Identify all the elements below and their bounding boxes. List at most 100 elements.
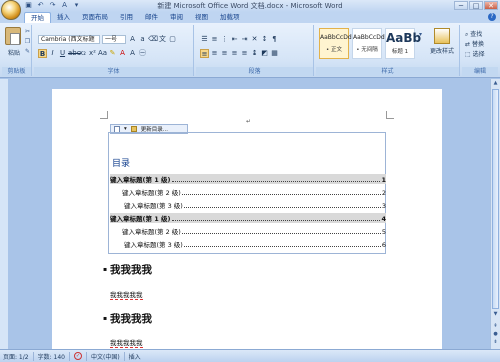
scroll-up-icon[interactable]: ▲ xyxy=(492,80,499,87)
prev-page-icon[interactable]: ⇞ xyxy=(492,323,499,330)
word-count-status[interactable]: 字数: 140 xyxy=(38,352,65,361)
maximize-button[interactable]: □ xyxy=(469,1,483,10)
document-heading[interactable]: 我我我我 xyxy=(110,311,152,326)
char-shading-icon[interactable]: A xyxy=(128,49,137,58)
subscript-button[interactable]: x₂ xyxy=(78,49,87,58)
status-separator xyxy=(85,351,87,361)
justify-icon[interactable]: ≡ xyxy=(230,49,239,58)
proofing-icon[interactable]: ✓ xyxy=(73,352,82,360)
toc-leader xyxy=(181,233,381,234)
next-page-icon[interactable]: ⇟ xyxy=(492,339,499,346)
style-normal[interactable]: AaBbCcDd • 正文 xyxy=(319,28,352,59)
superscript-button[interactable]: x² xyxy=(88,49,97,58)
copy-icon[interactable]: ❐ xyxy=(24,38,31,45)
paste-button[interactable]: 粘贴 xyxy=(4,48,24,57)
style-no-spacing[interactable]: AaBbCcDd • 无间隔 xyxy=(352,28,385,59)
scroll-thumb[interactable] xyxy=(492,89,499,309)
align-left-icon[interactable]: ≡ xyxy=(200,49,209,58)
grow-font-icon[interactable]: A xyxy=(128,35,137,44)
align-center-icon[interactable]: ≡ xyxy=(210,49,219,58)
phonetic-icon[interactable]: 文 xyxy=(158,35,167,44)
enclose-char-icon[interactable]: ㊀ xyxy=(138,49,147,58)
clear-format-icon[interactable]: ⌫ xyxy=(148,35,158,44)
distribute-icon[interactable]: ≡ xyxy=(240,49,249,58)
italic-button[interactable]: I xyxy=(48,49,57,58)
bold-button[interactable]: B xyxy=(38,49,47,58)
replace-button[interactable]: ⇄ 替换 xyxy=(465,39,484,48)
decrease-indent-icon[interactable]: ⇤ xyxy=(230,35,239,44)
style-heading-1-name: 标题 1 xyxy=(391,49,409,55)
format-painter-icon[interactable]: ✎ xyxy=(24,48,31,55)
shrink-font-icon[interactable]: a xyxy=(138,35,147,44)
toc-entry[interactable]: 键入章标题(第 2 级) 5 xyxy=(122,226,386,236)
toc-entry[interactable]: 键入章标题(第 2 级) 2 xyxy=(122,187,386,197)
sort-icon[interactable]: ↕ xyxy=(260,35,269,44)
tab-page-layout[interactable]: 页面布局 xyxy=(76,12,114,23)
minimize-button[interactable]: ─ xyxy=(454,1,468,10)
highlight-icon[interactable]: ✎ xyxy=(108,49,117,58)
strikethrough-button[interactable]: abc xyxy=(68,49,81,58)
tab-references[interactable]: 引用 xyxy=(114,12,139,23)
paste-icon[interactable] xyxy=(5,27,21,45)
toc-entry[interactable]: 键入章标题(第 3 级) 6 xyxy=(124,239,386,249)
align-right-icon[interactable]: ≡ xyxy=(220,49,229,58)
replace-label: 替换 xyxy=(471,41,484,48)
styles-scroll-icon[interactable]: ▾ xyxy=(417,31,424,38)
line-spacing-icon[interactable]: ↨ xyxy=(250,49,259,58)
align-toolbar: ≡ ≡ ≡ ≡ ≡ ↨ ◩ ▦ xyxy=(200,49,279,58)
close-button[interactable]: ✕ xyxy=(484,1,498,10)
style-normal-sample: AaBbCcDd xyxy=(320,34,352,41)
change-case-icon[interactable]: Aa xyxy=(98,49,107,58)
scroll-down-icon[interactable]: ▼ xyxy=(492,311,499,318)
bullets-icon[interactable]: ☰ xyxy=(200,35,209,44)
style-heading-1[interactable]: AaBb 标题 1 xyxy=(385,28,421,59)
help-icon[interactable]: ? xyxy=(488,13,496,21)
font-style-toolbar: B I U abc x₂ x² Aa ✎ A A ㊀ xyxy=(38,49,147,58)
toc-entry-text: 键入章标题(第 2 级) xyxy=(122,189,181,197)
change-styles-button[interactable]: 更改样式 xyxy=(428,28,456,55)
change-styles-icon xyxy=(434,28,450,44)
select-browse-object-icon[interactable]: ● xyxy=(492,331,499,338)
document-paragraph[interactable]: 我我我我我 xyxy=(110,337,143,348)
tab-home[interactable]: 开始 xyxy=(24,12,51,23)
chinese-layout-icon[interactable]: ✕ xyxy=(250,35,259,44)
page-count-status[interactable]: 页面: 1/2 xyxy=(3,352,29,361)
document-paragraph[interactable]: 我我我我我 xyxy=(110,289,143,300)
tab-review[interactable]: 审阅 xyxy=(164,12,189,23)
multilevel-list-icon[interactable]: ⋮ xyxy=(220,35,229,44)
font-size-select[interactable]: 一号 xyxy=(102,35,126,44)
increase-indent-icon[interactable]: ⇥ xyxy=(240,35,249,44)
shading-icon[interactable]: ◩ xyxy=(260,49,269,58)
editing-group-label: 编辑 xyxy=(462,67,498,76)
replace-icon: ⇄ xyxy=(465,41,471,48)
style-no-spacing-sample: AaBbCcDd xyxy=(353,34,385,41)
tab-insert[interactable]: 插入 xyxy=(51,12,76,23)
font-family-select[interactable]: Cambria (西文标题 xyxy=(38,35,100,44)
style-no-spacing-name: • 无间隔 xyxy=(356,47,378,53)
ribbon-tabs: 开始 插入 页面布局 引用 邮件 审阅 视图 加载项 xyxy=(24,12,246,23)
select-icon: ⬚ xyxy=(465,51,471,58)
toc-entry[interactable]: 键入章标题(第 1 级) 1 xyxy=(110,174,386,184)
tab-view[interactable]: 视图 xyxy=(189,12,214,23)
font-color-icon[interactable]: A xyxy=(118,49,127,58)
insert-mode-status[interactable]: 插入 xyxy=(129,352,141,361)
underline-button[interactable]: U xyxy=(58,49,67,58)
char-border-icon[interactable]: ▢ xyxy=(168,35,177,44)
toc-entry-page: 4 xyxy=(381,215,386,223)
numbering-icon[interactable]: ≡ xyxy=(210,35,219,44)
find-button[interactable]: ⌕ 查找 xyxy=(465,29,482,39)
language-status[interactable]: 中文(中国) xyxy=(91,352,120,361)
select-button[interactable]: ⬚ 选择 xyxy=(465,49,485,58)
toc-entry[interactable]: 键入章标题(第 1 级) 4 xyxy=(110,213,386,223)
office-button[interactable] xyxy=(1,0,21,20)
font-group: Cambria (西文标题 一号 A a ⌫ 文 ▢ B I U abc x₂ … xyxy=(34,25,194,76)
tab-add-ins[interactable]: 加载项 xyxy=(214,12,246,23)
tab-mailings[interactable]: 邮件 xyxy=(139,12,164,23)
toc-entry[interactable]: 键入章标题(第 3 级) 3 xyxy=(124,200,386,210)
toc-entry-text: 键入章标题(第 3 级) xyxy=(124,241,183,249)
vertical-scrollbar[interactable]: ▲ ▼ ⇞ ● ⇟ xyxy=(490,79,500,349)
document-heading[interactable]: 我我我我 xyxy=(110,262,152,277)
show-marks-icon[interactable]: ¶ xyxy=(270,35,279,44)
borders-icon[interactable]: ▦ xyxy=(270,49,279,58)
cut-icon[interactable]: ✂ xyxy=(24,28,31,35)
